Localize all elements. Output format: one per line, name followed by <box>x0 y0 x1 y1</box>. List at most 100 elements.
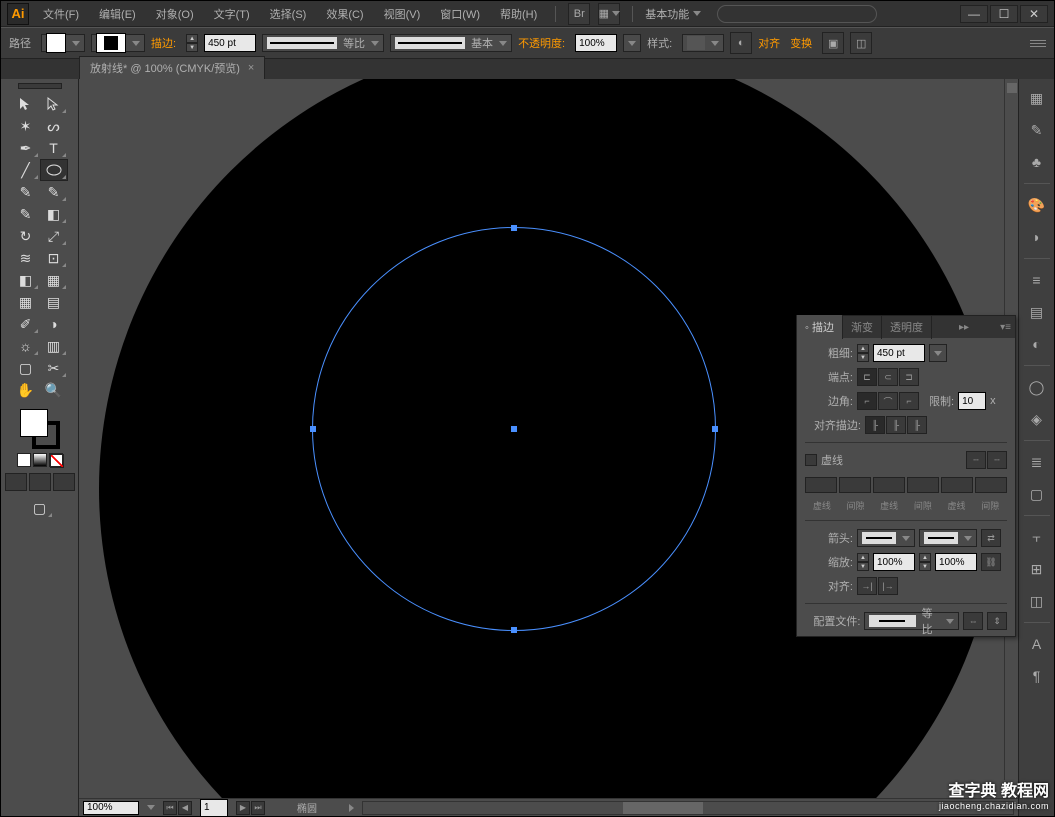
gap3-input[interactable] <box>975 477 1007 493</box>
search-input[interactable] <box>717 5 877 23</box>
document-tab[interactable]: 放射线* @ 100% (CMYK/预览) × <box>79 56 265 79</box>
join-miter-button[interactable]: ⌐ <box>857 392 877 410</box>
menu-view[interactable]: 视图(V) <box>378 3 427 25</box>
panel-tab-gradient[interactable]: 渐变 <box>843 315 882 339</box>
gap2-input[interactable] <box>907 477 939 493</box>
recolor-button[interactable]: ◐ <box>730 32 752 54</box>
lasso-tool[interactable]: ᔕ <box>40 115 68 137</box>
dash1-input[interactable] <box>805 477 837 493</box>
dashed-line-checkbox[interactable] <box>805 454 817 466</box>
none-mode-button[interactable] <box>49 453 63 467</box>
dash3-input[interactable] <box>941 477 973 493</box>
stroke-profile-dropdown[interactable]: 等比 <box>262 34 384 52</box>
artboard-number-input[interactable]: 1 <box>200 799 228 817</box>
dock-color-guide-icon[interactable]: ◗ <box>1024 224 1050 250</box>
fill-stroke-control[interactable] <box>20 409 60 449</box>
options-flyout-icon[interactable] <box>1030 35 1046 51</box>
weight-stepper[interactable]: ▲▼ <box>857 344 869 362</box>
zoom-tool[interactable]: 🔍 <box>40 379 68 401</box>
cap-projecting-button[interactable]: ⊐ <box>899 368 919 386</box>
dock-layers-icon[interactable]: ≣ <box>1024 449 1050 475</box>
transform-label[interactable]: 变换 <box>790 35 812 51</box>
anchor-right-icon[interactable] <box>712 426 718 432</box>
pencil-tool[interactable]: ✎ <box>40 181 68 203</box>
gap1-input[interactable] <box>839 477 871 493</box>
scale-tool[interactable]: ⤢ <box>40 225 68 247</box>
artboard-tool[interactable]: ▢ <box>12 357 40 379</box>
slice-tool[interactable]: ✂ <box>40 357 68 379</box>
arrange-documents-button[interactable]: ▦ <box>598 3 620 25</box>
close-button[interactable]: ✕ <box>1020 5 1048 23</box>
symbol-sprayer-tool[interactable]: ☼ <box>12 335 40 357</box>
stroke-swatch[interactable] <box>91 34 145 52</box>
anchor-left-icon[interactable] <box>310 426 316 432</box>
dock-panel-icon[interactable]: ▦ <box>1024 85 1050 111</box>
panel-collapse-icon[interactable]: ▸▸ <box>955 322 973 333</box>
workspace-switcher[interactable]: 基本功能 <box>645 6 701 22</box>
arrow-end-dropdown[interactable] <box>919 529 977 547</box>
dock-character-icon[interactable]: A <box>1024 631 1050 657</box>
dock-stroke-icon[interactable]: ≡ <box>1024 267 1050 293</box>
blend-tool[interactable]: ◑ <box>40 313 68 335</box>
anchor-center-icon[interactable] <box>511 426 517 432</box>
select-similar-button[interactable]: ◫ <box>850 32 872 54</box>
width-tool[interactable]: ≋ <box>12 247 40 269</box>
arrow-scale-link-button[interactable]: ⛓ <box>981 553 1001 571</box>
stroke-weight-stepper[interactable]: ▲▼ <box>186 34 198 52</box>
draw-normal-button[interactable] <box>5 473 27 491</box>
weight-input[interactable]: 450 pt <box>873 344 925 362</box>
shape-builder-tool[interactable]: ◧ <box>12 269 40 291</box>
dock-artboards-icon[interactable]: ▢ <box>1024 481 1050 507</box>
mesh-tool[interactable]: ▦ <box>12 291 40 313</box>
arrow-swap-button[interactable]: ⇄ <box>981 529 1001 547</box>
cap-butt-button[interactable]: ⊏ <box>857 368 877 386</box>
opacity-input[interactable]: 100% <box>575 34 617 52</box>
dock-align-icon[interactable]: ⫟ <box>1024 524 1050 550</box>
bridge-button[interactable]: Br <box>568 3 590 25</box>
menu-window[interactable]: 窗口(W) <box>434 3 486 25</box>
brush-definition-dropdown[interactable]: 基本 <box>390 34 512 52</box>
anchor-top-icon[interactable] <box>511 225 517 231</box>
menu-object[interactable]: 对象(O) <box>150 3 200 25</box>
dash-preserve-button[interactable]: ┄ <box>966 451 986 469</box>
dock-pathfinder-icon[interactable]: ◫ <box>1024 588 1050 614</box>
rotate-tool[interactable]: ↻ <box>12 225 40 247</box>
panel-tab-transparency[interactable]: 透明度 <box>882 315 932 339</box>
hand-tool[interactable]: ✋ <box>12 379 40 401</box>
fill-swatch[interactable] <box>41 34 85 52</box>
first-artboard-button[interactable]: ⏮ <box>163 801 177 815</box>
menu-type[interactable]: 文字(T) <box>208 3 256 25</box>
ellipse-tool[interactable] <box>40 159 68 181</box>
arrow-align-end-button[interactable]: |→ <box>878 577 898 595</box>
dash2-input[interactable] <box>873 477 905 493</box>
menu-select[interactable]: 选择(S) <box>264 3 313 25</box>
align-label[interactable]: 对齐 <box>758 35 780 51</box>
arrow-scale-end-input[interactable]: 100% <box>935 553 977 571</box>
join-bevel-button[interactable]: ⌐ <box>899 392 919 410</box>
maximize-button[interactable]: ☐ <box>990 5 1018 23</box>
arrow-scale-start-stepper[interactable]: ▲▼ <box>857 553 869 571</box>
join-round-button[interactable]: ⌒ <box>878 392 898 410</box>
menu-effect[interactable]: 效果(C) <box>320 3 369 25</box>
stroke-weight-input[interactable]: 450 pt <box>204 34 256 52</box>
pen-tool[interactable]: ✒ <box>12 137 40 159</box>
dock-gradient-icon[interactable]: ▤ <box>1024 299 1050 325</box>
dock-paragraph-icon[interactable]: ¶ <box>1024 663 1050 689</box>
dock-appearance-icon[interactable]: ◯ <box>1024 374 1050 400</box>
direct-selection-tool[interactable] <box>40 93 68 115</box>
draw-behind-button[interactable] <box>29 473 51 491</box>
type-tool[interactable]: T <box>40 137 68 159</box>
eyedropper-tool[interactable]: ✐ <box>12 313 40 335</box>
profile-dropdown[interactable]: 等比 <box>864 612 959 630</box>
magic-wand-tool[interactable]: ✶ <box>12 115 40 137</box>
dock-graphic-styles-icon[interactable]: ◈ <box>1024 406 1050 432</box>
dock-brushes-icon[interactable]: ✎ <box>1024 117 1050 143</box>
perspective-grid-tool[interactable]: ▦ <box>40 269 68 291</box>
document-tab-close-icon[interactable]: × <box>248 62 254 74</box>
align-stroke-inside-button[interactable]: ╟ <box>886 416 906 434</box>
align-stroke-center-button[interactable]: ╟ <box>865 416 885 434</box>
draw-inside-button[interactable] <box>53 473 75 491</box>
line-tool[interactable]: ╱ <box>12 159 40 181</box>
color-mode-button[interactable] <box>17 453 31 467</box>
profile-flip-y-button[interactable]: ⇕ <box>987 612 1007 630</box>
